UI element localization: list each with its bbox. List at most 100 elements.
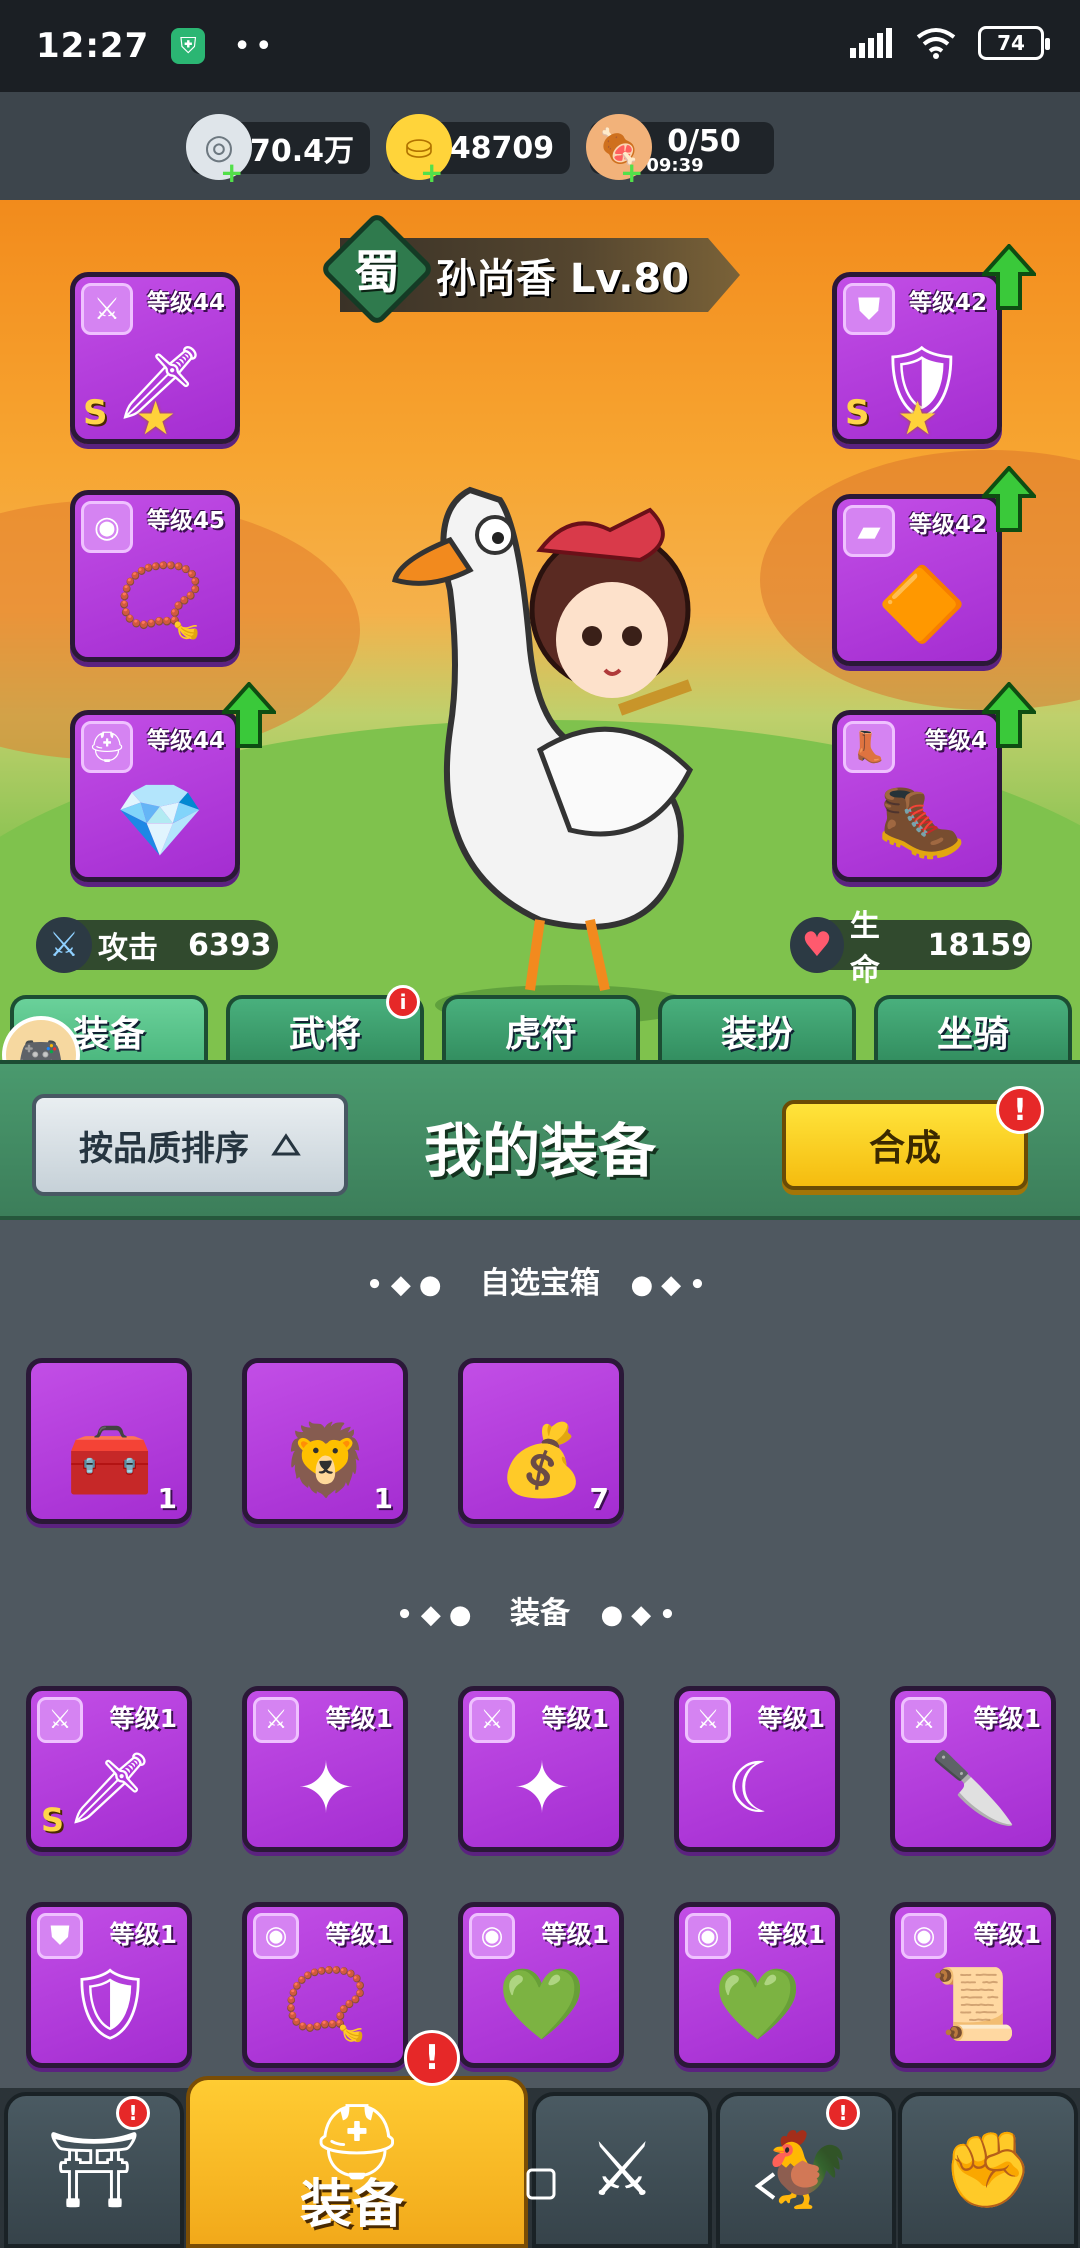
- item-level: 等级1: [541, 1920, 609, 1949]
- nav-city-button[interactable]: ⛩: [4, 2092, 184, 2248]
- alert-badge-icon: !: [116, 2096, 150, 2130]
- equipment-item[interactable]: ⚔ 等级1 🔪: [890, 1686, 1056, 1852]
- equipment-item[interactable]: ◉ 等级1 💚: [458, 1902, 624, 2068]
- chest-count: 1: [373, 1482, 393, 1515]
- panel-title: 我的装备: [423, 1117, 656, 1185]
- nav-active-label: 装备: [300, 2175, 405, 2235]
- gold-value: 48709: [449, 130, 555, 166]
- treasure-pile-icon: 💰: [498, 1418, 586, 1501]
- attack-sword-icon: ⚔: [36, 917, 92, 973]
- add-gold-icon[interactable]: +: [420, 159, 443, 187]
- silver-resource[interactable]: ◎ + 70.4万: [186, 114, 370, 187]
- glaive-icon: 🔪: [930, 1746, 1018, 1829]
- item-level: 等级1: [757, 1704, 825, 1733]
- stamina-value: 0/50: [667, 124, 741, 159]
- star-icon: ★: [897, 391, 939, 445]
- signal-icon: [850, 28, 892, 58]
- equipment-item[interactable]: ⚔ 等级1 ☾: [674, 1686, 840, 1852]
- slot-level: 等级45: [146, 508, 225, 534]
- scimitar-icon: 🗡: [65, 1746, 155, 1829]
- chest-count: 1: [157, 1482, 177, 1515]
- equipment-item[interactable]: ◉ 等级1 📜: [890, 1902, 1056, 2068]
- attack-value: 6393: [188, 927, 272, 963]
- sort-up-icon: [271, 1133, 301, 1156]
- upgrade-arrow-icon: [982, 682, 1036, 748]
- equipment-item[interactable]: ⚔ 等级1 ✦: [242, 1686, 408, 1852]
- slot-level: 等级44: [146, 728, 225, 754]
- gold-amulet-icon: 📿: [282, 1962, 370, 2045]
- curved-blade-icon: ☾: [726, 1747, 790, 1829]
- nav-heroes-button[interactable]: 🐓: [716, 2092, 896, 2248]
- equipment-title: 装备: [510, 1596, 570, 1631]
- alert-badge-icon: !: [404, 2030, 460, 2086]
- tab-tiger-tally[interactable]: 虎符: [442, 995, 640, 1063]
- equipment-item[interactable]: ⛊ 等级1 🛡: [26, 1902, 192, 2068]
- equip-slot-weapon[interactable]: ⚔ 等级44 🗡 S ★: [70, 272, 240, 445]
- chest-count: 7: [589, 1482, 609, 1515]
- item-level: 等级1: [109, 1704, 177, 1733]
- gold-tablet-icon: 📜: [930, 1962, 1018, 2045]
- decor-dots: •◆●: [366, 1270, 450, 1300]
- equipment-item[interactable]: ◉ 等级1 💚: [674, 1902, 840, 2068]
- hero-scene: 孙尚香 Lv.80 蜀 ⚔ 等级44 🗡 S ★ ⛊ 等级42 🛡 S ★ ◉ …: [0, 200, 1080, 1060]
- sort-label: 按品质排序: [79, 1128, 249, 1169]
- gold-resource[interactable]: ⛀ + 48709: [386, 114, 570, 187]
- upgrade-arrow-icon: [222, 682, 276, 748]
- crossed-swords-shield-icon: ⚔: [588, 2127, 656, 2213]
- item-level: 等级1: [973, 1920, 1041, 1949]
- chest-item[interactable]: 🧰 1: [26, 1358, 192, 1524]
- golden-boots-icon: 🥾: [877, 777, 967, 862]
- add-stamina-icon[interactable]: +: [620, 159, 643, 187]
- add-silver-icon[interactable]: +: [220, 159, 243, 187]
- system-back-icon[interactable]: [754, 2172, 778, 2200]
- info-badge-icon: i: [386, 985, 420, 1019]
- item-level: 等级1: [757, 1920, 825, 1949]
- chest-item[interactable]: 🦁 1: [242, 1358, 408, 1524]
- chest-item[interactable]: 💰 7: [458, 1358, 624, 1524]
- shuriken-icon: ✦: [296, 1747, 356, 1829]
- hp-label: 生命: [849, 909, 880, 988]
- equipment-item[interactable]: ◉ 等级1 📿: [242, 1902, 408, 2068]
- amulet-icon: 📿: [115, 557, 205, 642]
- slot-level: 等级42: [908, 290, 987, 316]
- system-home-icon[interactable]: [526, 2168, 556, 2200]
- resource-bar: ◎ + 70.4万 ⛀ + 48709 🍖 + 0/50 09:39: [0, 92, 1080, 200]
- battery-level: 74: [997, 31, 1025, 55]
- nav-battle-button[interactable]: ⚔: [532, 2092, 712, 2248]
- item-level: 等级1: [325, 1704, 393, 1733]
- tab-mount[interactable]: 坐骑: [874, 995, 1072, 1063]
- equipment-item[interactable]: ⚔ 等级1 ✦: [458, 1686, 624, 1852]
- chests-title: 自选宝箱: [480, 1266, 600, 1301]
- hero-character[interactable]: [390, 450, 730, 1030]
- stamina-resource[interactable]: 🍖 + 0/50 09:39: [586, 114, 774, 187]
- slot-level: 等级4: [924, 728, 987, 754]
- tab-costume[interactable]: 装扮: [658, 995, 856, 1063]
- equipment-section-title: •◆● 装备 ●◆•: [0, 1588, 1080, 1632]
- equip-slot-necklace[interactable]: ◉ 等级45 📿: [70, 490, 240, 662]
- equipment-item[interactable]: ⚔ 等级1 🗡 S: [26, 1686, 192, 1852]
- equipment-panel-header: 按品质排序 我的装备 合成 !: [0, 1060, 1080, 1220]
- equip-slot-bracer[interactable]: ▰ 等级42 🔶: [832, 494, 1002, 666]
- equip-slot-armor[interactable]: ⛊ 等级42 🛡 S ★: [832, 272, 1002, 445]
- decor-dots: ●◆•: [630, 1270, 714, 1300]
- decor-dots: •◆●: [396, 1600, 480, 1630]
- item-level: 等级1: [325, 1920, 393, 1949]
- slot-level: 等级42: [908, 512, 987, 538]
- lion-chest-icon: 🦁: [282, 1418, 370, 1501]
- status-time: 12:27: [36, 26, 150, 66]
- wifi-icon: [916, 28, 956, 59]
- category-tabs: 装备 武将 i 虎符 装扮 坐骑: [0, 985, 1080, 1063]
- upgrade-arrow-icon: [982, 244, 1036, 310]
- nav-upgrade-button[interactable]: ✊: [898, 2092, 1078, 2248]
- sort-by-quality-button[interactable]: 按品质排序: [32, 1094, 348, 1196]
- alert-badge-icon: !: [826, 2096, 860, 2130]
- silver-value: 70.4万: [249, 134, 355, 169]
- merge-button[interactable]: 合成: [782, 1100, 1028, 1190]
- item-level: 等级1: [973, 1704, 1041, 1733]
- gauntlet-icon: 🔶: [877, 561, 967, 646]
- merge-label: 合成: [868, 1128, 941, 1169]
- equip-slot-boots[interactable]: 👢 等级4 🥾: [832, 710, 1002, 882]
- equip-slot-helmet[interactable]: ⛑ 等级44 💎: [70, 710, 240, 882]
- star-icon: ★: [135, 391, 177, 445]
- faction-label: 蜀: [354, 245, 400, 299]
